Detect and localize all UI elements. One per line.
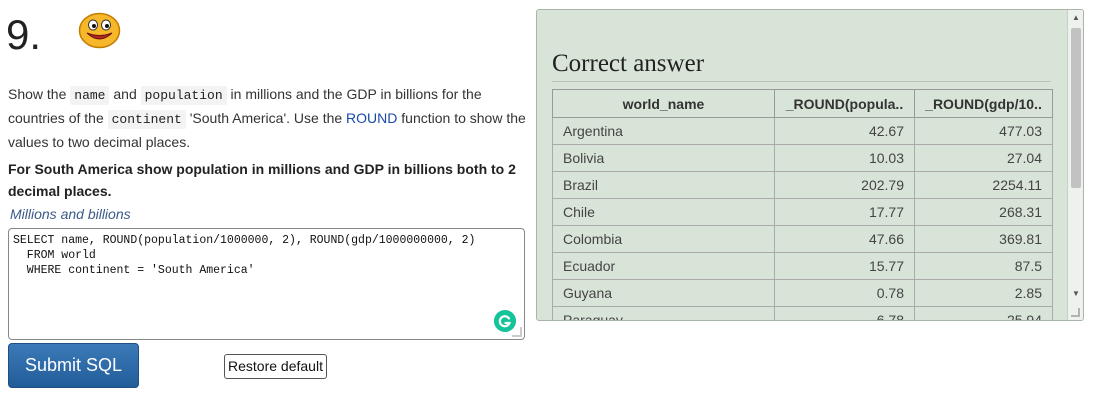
table-cell: 27.04	[914, 144, 1053, 172]
table-row: Argentina 42.67 477.03	[552, 117, 1053, 145]
restore-default-button[interactable]: Restore default	[224, 354, 327, 379]
code-continent: continent	[107, 110, 186, 129]
table-cell: 15.77	[774, 252, 915, 280]
question-number: 9.	[6, 11, 42, 58]
table-cell: 6.78	[774, 306, 915, 320]
column-header: _ROUND(popula..	[774, 89, 915, 118]
table-cell: 10.03	[774, 144, 915, 172]
sql-line[interactable]: FROM world	[13, 248, 520, 263]
desc-text: 'South America'. Use the	[185, 110, 347, 126]
table-cell: Chile	[552, 198, 775, 226]
scroll-down-arrow-icon[interactable]: ▼	[1068, 286, 1083, 302]
table-cell: Brazil	[552, 171, 775, 199]
result-table: world_name _ROUND(popula.. _ROUND(gdp/10…	[552, 89, 1053, 320]
sql-editor[interactable]: SELECT name, ROUND(population/1000000, 2…	[8, 228, 525, 340]
answer-scrollbar[interactable]: ▲ ▼	[1067, 10, 1083, 320]
table-cell: Guyana	[552, 279, 775, 307]
column-header: world_name	[552, 89, 775, 118]
hint-link[interactable]: Millions and billions	[10, 206, 131, 222]
table-row: Ecuador 15.77 87.5	[552, 252, 1053, 280]
desc-text: and	[109, 86, 141, 102]
smiley-face-icon	[78, 12, 121, 49]
table-cell: Paraguay	[552, 306, 775, 320]
table-cell: Bolivia	[552, 144, 775, 172]
column-header: _ROUND(gdp/10..	[914, 89, 1053, 118]
table-cell: 42.67	[774, 117, 915, 145]
table-cell: 25.94	[914, 306, 1053, 320]
table-cell: Colombia	[552, 225, 775, 253]
editor-resize-handle[interactable]	[512, 327, 522, 337]
table-cell: 0.78	[774, 279, 915, 307]
table-row: Bolivia 10.03 27.04	[552, 144, 1053, 172]
table-cell: 369.81	[914, 225, 1053, 253]
submit-sql-button[interactable]: Submit SQL	[8, 343, 139, 388]
desc-text: Show the	[8, 86, 71, 102]
table-cell: 202.79	[774, 171, 915, 199]
correct-answer-panel: Correct answer world_name _ROUND(popula.…	[536, 9, 1084, 321]
code-name: name	[70, 86, 110, 105]
scrollbar-thumb[interactable]	[1071, 28, 1081, 188]
divider	[552, 81, 1051, 82]
table-cell: 2.85	[914, 279, 1053, 307]
question-instruction: For South America show population in mil…	[8, 161, 516, 199]
table-row: Colombia 47.66 369.81	[552, 225, 1053, 253]
table-cell: 2254.11	[914, 171, 1053, 199]
table-cell: Ecuador	[552, 252, 775, 280]
table-cell: 47.66	[774, 225, 915, 253]
code-population: population	[140, 86, 227, 105]
round-function-link[interactable]: ROUND	[346, 110, 397, 126]
table-row: Guyana 0.78 2.85	[552, 279, 1053, 307]
table-row: Chile 17.77 268.31	[552, 198, 1053, 226]
table-cell: Argentina	[552, 117, 775, 145]
table-header-row: world_name _ROUND(popula.. _ROUND(gdp/10…	[552, 89, 1053, 118]
table-cell: 17.77	[774, 198, 915, 226]
answer-title: Correct answer	[552, 50, 705, 77]
panel-resize-handle[interactable]	[1071, 308, 1080, 317]
table-cell: 268.31	[914, 198, 1053, 226]
table-cell: 477.03	[914, 117, 1053, 145]
table-cell: 87.5	[914, 252, 1053, 280]
answer-scroll-area[interactable]: Correct answer world_name _ROUND(popula.…	[537, 10, 1067, 320]
sql-line[interactable]: WHERE continent = 'South America'	[13, 263, 520, 278]
table-row: Brazil 202.79 2254.11	[552, 171, 1053, 199]
scroll-up-arrow-icon[interactable]: ▲	[1068, 10, 1083, 26]
sql-line[interactable]: SELECT name, ROUND(population/1000000, 2…	[13, 233, 520, 248]
question-description: Show the name and population in millions…	[8, 83, 528, 154]
table-row: Paraguay 6.78 25.94	[552, 306, 1053, 320]
